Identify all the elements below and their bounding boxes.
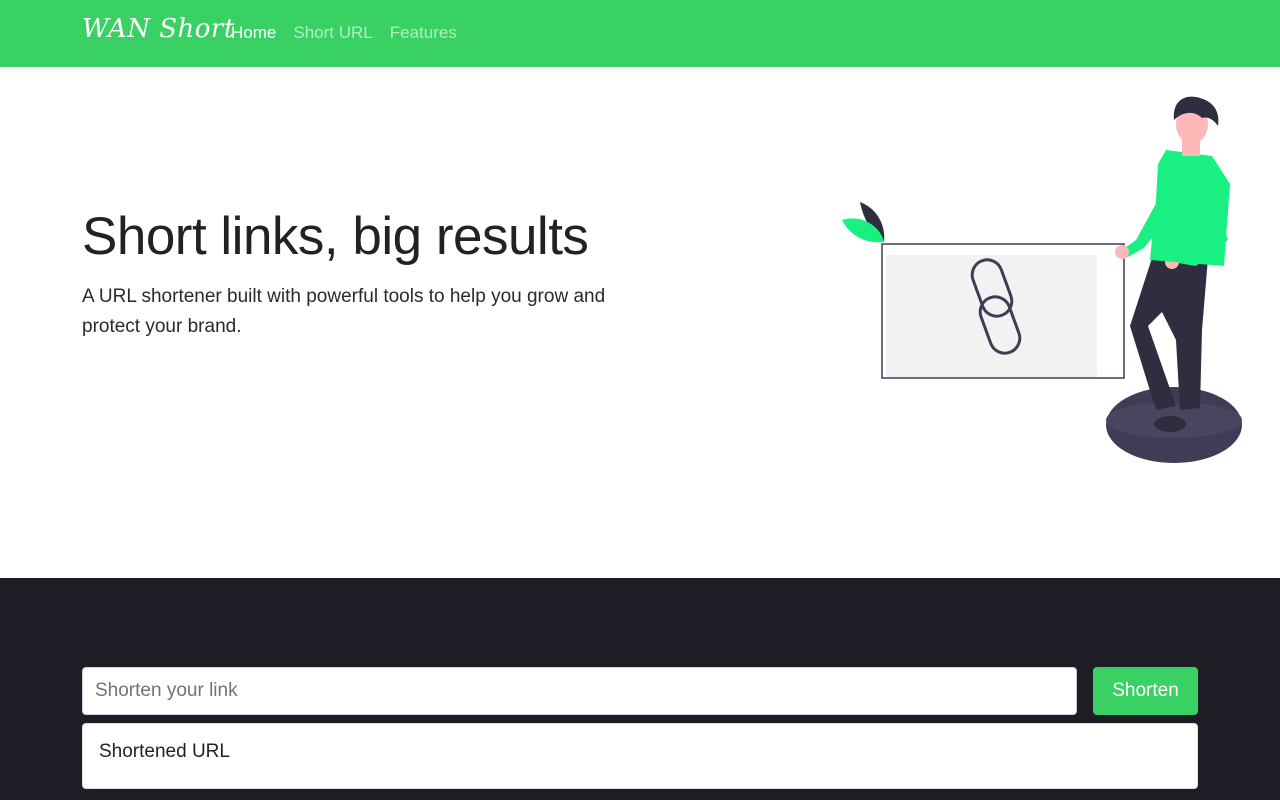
hero-subtitle: A URL shortener built with powerful tool…: [82, 286, 606, 337]
nav-link-short-url[interactable]: Short URL: [293, 23, 372, 43]
person-legs: [1130, 258, 1208, 410]
shorten-link-input[interactable]: [82, 667, 1077, 715]
shorten-button[interactable]: Shorten: [1093, 667, 1198, 715]
hero-title: Short links, big results: [82, 207, 589, 266]
nav-links: Home Short URL Features: [231, 23, 457, 43]
shortened-url-title: Shortened URL: [99, 741, 230, 762]
shortened-url-card: Shortened URL: [82, 723, 1198, 789]
top-navbar: WAN Short Home Short URL Features: [0, 0, 1280, 67]
brand-logo[interactable]: WAN Short: [82, 14, 235, 44]
hero-illustration: [842, 96, 1242, 463]
person-torso: [1150, 150, 1230, 266]
nav-link-features[interactable]: Features: [390, 23, 457, 43]
nav-link-home[interactable]: Home: [231, 23, 276, 43]
